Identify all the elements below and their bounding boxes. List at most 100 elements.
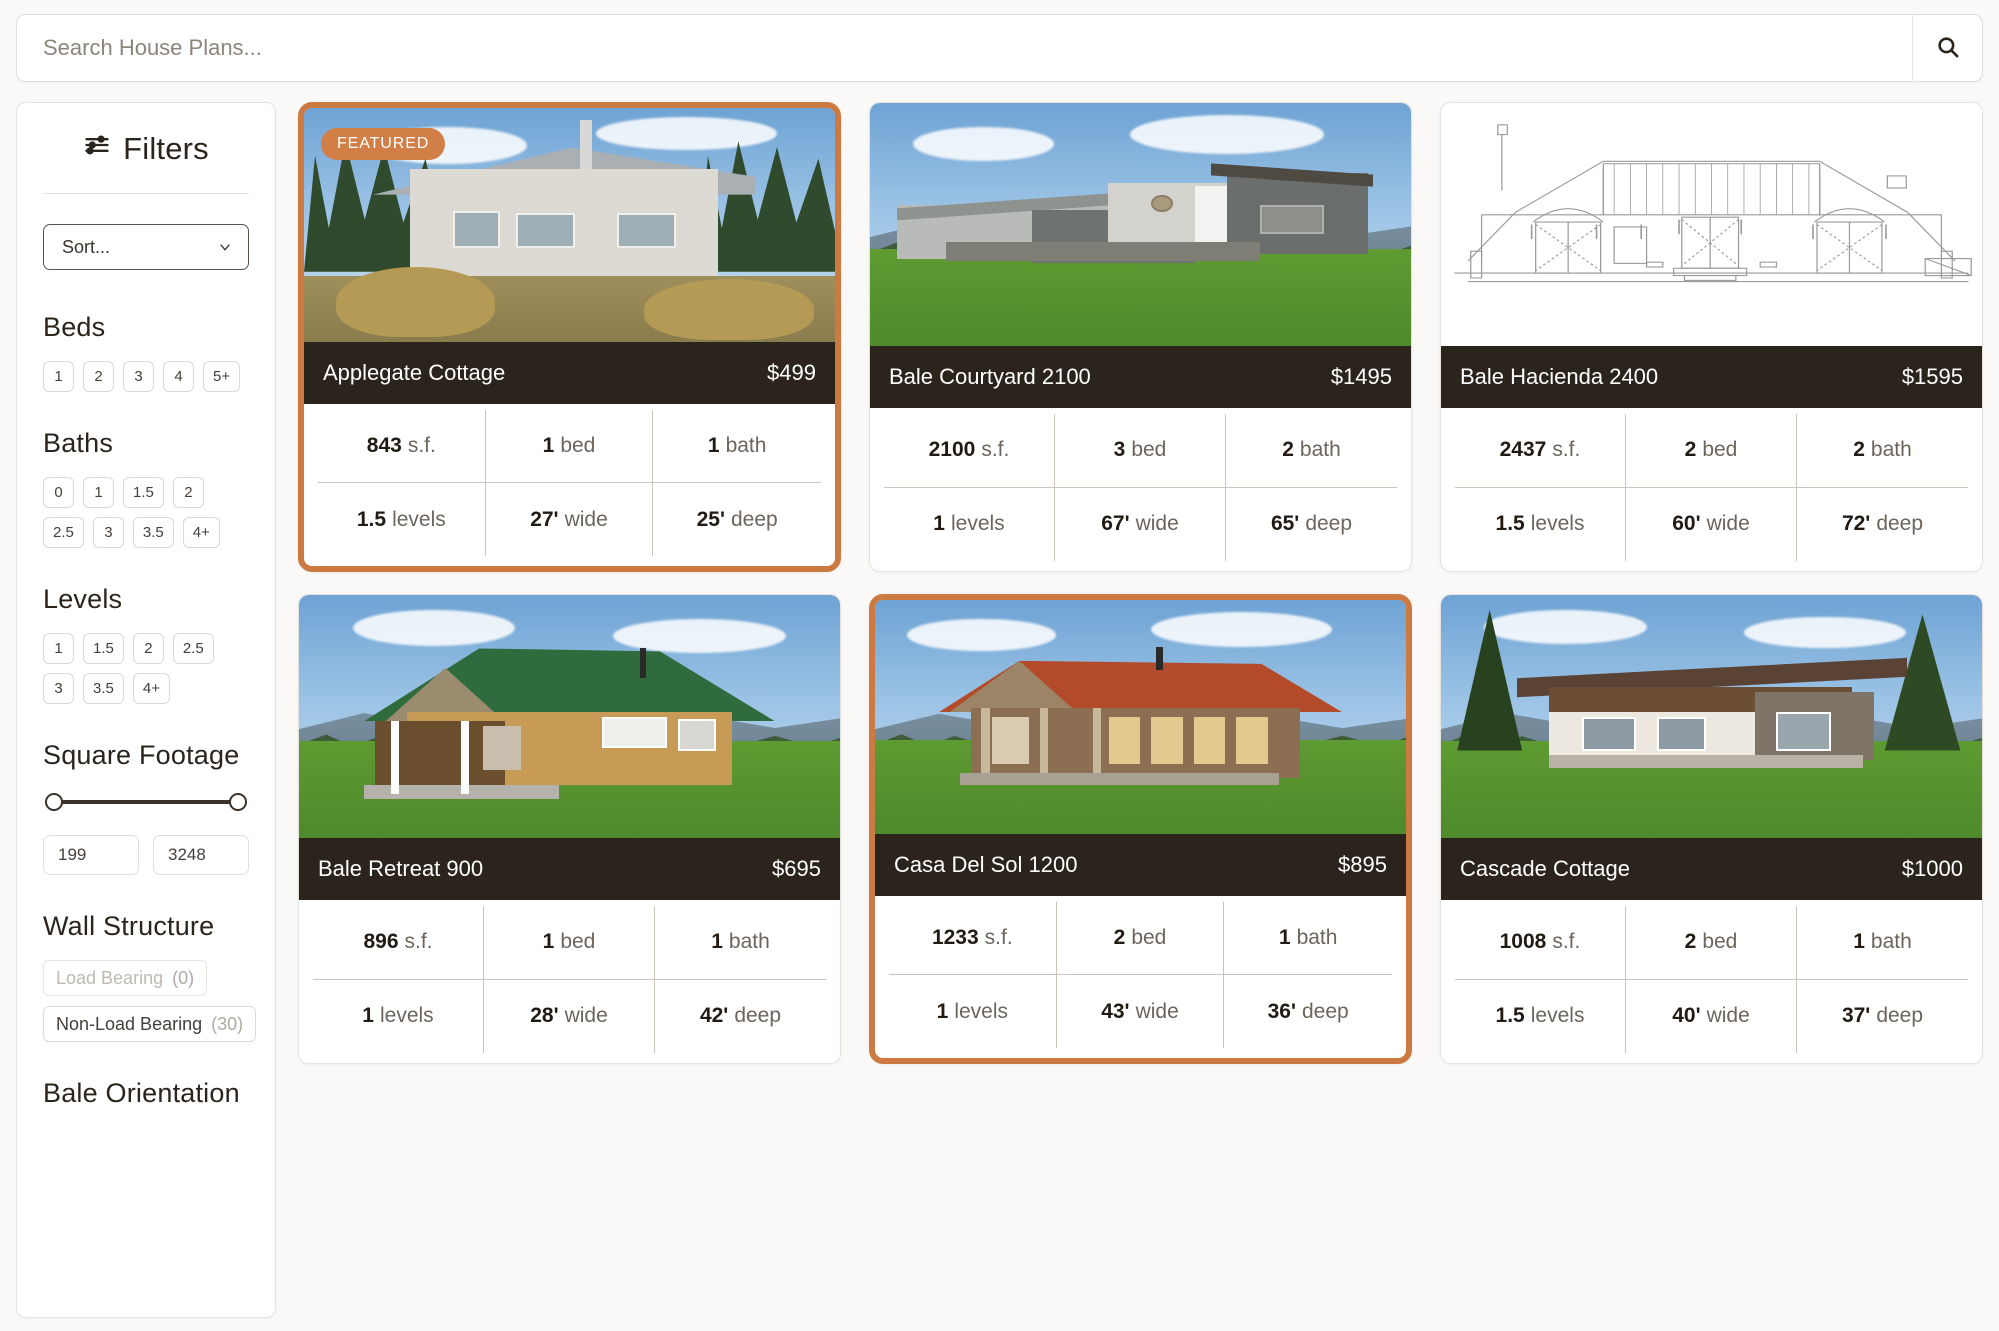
wall-structure-non-load-bearing[interactable]: Non-Load Bearing (30) bbox=[43, 1006, 257, 1042]
baths-chip[interactable]: 2.5 bbox=[43, 517, 84, 548]
baths-chip[interactable]: 0 bbox=[43, 477, 74, 508]
plan-specs: 1008 s.f. 2 bed 1 bath 1.5 levels 40' wide 37… bbox=[1441, 900, 1982, 1063]
spec-cell: 67' wide bbox=[1055, 487, 1226, 561]
baths-chip[interactable]: 4+ bbox=[182, 517, 220, 548]
spec-unit: bed bbox=[1702, 438, 1738, 462]
spec-unit: wide bbox=[1706, 512, 1750, 536]
plan-title: Bale Courtyard 2100 bbox=[889, 364, 1091, 389]
filter-group-bale-orientation: Bale Orientation bbox=[43, 1078, 249, 1109]
beds-chip[interactable]: 3 bbox=[123, 361, 154, 392]
sliders-icon bbox=[83, 131, 111, 167]
spec-value: 2 bbox=[1282, 438, 1294, 462]
plan-title: Applegate Cottage bbox=[323, 360, 506, 385]
baths-chip[interactable]: 3.5 bbox=[132, 517, 174, 548]
spec-cell: 2100 s.f. bbox=[884, 414, 1055, 488]
plan-card[interactable]: Cascade Cottage $1000 1008 s.f. 2 bed 1 bat… bbox=[1440, 594, 1983, 1064]
square-footage-min-input[interactable] bbox=[43, 835, 139, 875]
elevation-drawing bbox=[1441, 103, 1982, 346]
beds-chip[interactable]: 1 bbox=[43, 361, 74, 392]
spec-cell: 37' deep bbox=[1797, 980, 1968, 1054]
beds-chip[interactable]: 4 bbox=[163, 361, 194, 392]
levels-chip[interactable]: 3.5 bbox=[83, 673, 124, 704]
plan-image bbox=[875, 600, 1406, 834]
plan-price: $1000 bbox=[1901, 856, 1963, 881]
square-footage-slider[interactable] bbox=[45, 789, 247, 815]
levels-chip[interactable]: 1.5 bbox=[83, 633, 124, 664]
baths-chip[interactable]: 3 bbox=[92, 517, 124, 548]
spec-unit: s.f. bbox=[1552, 438, 1581, 462]
spec-cell: 40' wide bbox=[1626, 979, 1797, 1053]
baths-chip[interactable]: 1.5 bbox=[123, 477, 164, 508]
spec-value: 72' bbox=[1841, 512, 1871, 536]
plan-specs: 843 s.f. 1 bed 1 bath 1.5 levels 27' wide 25'… bbox=[304, 404, 835, 566]
baths-chip[interactable]: 2 bbox=[172, 477, 204, 508]
spec-unit: s.f. bbox=[984, 926, 1013, 949]
search-bar bbox=[16, 14, 1983, 82]
plan-card[interactable]: FEATURED Applegate Cottage $499 843 s.f. … bbox=[298, 102, 841, 572]
filter-group-baths: Baths 0 1 1.5 2 2.5 3 3.5 4+ bbox=[43, 428, 249, 548]
plan-title: Cascade Cottage bbox=[1460, 856, 1630, 881]
spec-value: 843 bbox=[366, 434, 402, 457]
spec-cell: 1233 s.f. bbox=[889, 902, 1057, 975]
search-input[interactable] bbox=[17, 15, 1912, 81]
spec-cell: 25' deep bbox=[653, 483, 821, 556]
sort-dropdown[interactable]: Sort... bbox=[43, 224, 249, 270]
levels-chip[interactable]: 3 bbox=[43, 673, 74, 704]
baths-chip[interactable]: 1 bbox=[83, 477, 114, 508]
spec-value: 2 bbox=[1113, 926, 1126, 949]
levels-chip[interactable]: 2.5 bbox=[172, 633, 214, 664]
plan-header: Applegate Cottage $499 bbox=[304, 342, 835, 404]
plan-specs: 1233 s.f. 2 bed 1 bath 1 levels 43' wide 36' d… bbox=[875, 896, 1406, 1058]
filter-title-bale-orientation: Bale Orientation bbox=[43, 1078, 240, 1108]
spec-unit: deep bbox=[1876, 512, 1924, 536]
spec-value: 27' bbox=[530, 507, 559, 531]
spec-cell: 2 bath bbox=[1226, 414, 1397, 488]
spec-unit: s.f. bbox=[981, 438, 1010, 462]
wall-structure-options: Load Bearing (0) Non-Load Bearing (30) bbox=[43, 960, 257, 1042]
spec-value: 1 bbox=[542, 930, 555, 954]
levels-chip[interactable]: 1 bbox=[43, 633, 74, 664]
spec-value: 42' bbox=[699, 1004, 729, 1028]
spec-value: 1 bbox=[362, 1004, 374, 1028]
plan-image bbox=[1441, 595, 1982, 838]
spec-value: 2 bbox=[1853, 438, 1865, 462]
square-footage-inputs bbox=[43, 835, 249, 875]
beds-chip[interactable]: 2 bbox=[83, 361, 114, 392]
spec-value: 65' bbox=[1270, 512, 1300, 536]
wall-structure-load-bearing[interactable]: Load Bearing (0) bbox=[43, 960, 208, 996]
plan-price: $499 bbox=[767, 360, 816, 385]
beds-chip[interactable]: 5+ bbox=[203, 361, 241, 392]
spec-unit: bath bbox=[1299, 438, 1341, 462]
spec-value: 1 bbox=[542, 434, 555, 457]
spec-cell: 1 bed bbox=[485, 410, 654, 483]
filter-title-baths: Baths bbox=[43, 428, 114, 458]
spec-unit: levels bbox=[954, 999, 1009, 1023]
spec-unit: wide bbox=[1706, 1004, 1750, 1028]
levels-chip[interactable]: 4+ bbox=[132, 673, 170, 704]
levels-chip[interactable]: 2 bbox=[132, 633, 164, 664]
baths-chip-row: 0 1 1.5 2 2.5 3 3.5 4+ bbox=[43, 477, 249, 548]
plan-image bbox=[870, 103, 1411, 346]
spec-cell: 2 bed bbox=[1626, 414, 1797, 488]
spec-unit: wide bbox=[1135, 512, 1179, 536]
plan-header: Casa Del Sol 1200 $895 bbox=[875, 834, 1406, 896]
plan-card[interactable]: Casa Del Sol 1200 $895 1233 s.f. 2 bed 1 ba… bbox=[869, 594, 1412, 1064]
plan-card[interactable]: Bale Courtyard 2100 $1495 2100 s.f. 3 bed … bbox=[869, 102, 1412, 572]
plan-title: Bale Hacienda 2400 bbox=[1460, 364, 1659, 389]
spec-unit: deep bbox=[1301, 999, 1349, 1023]
filter-title-wall-structure: Wall Structure bbox=[43, 911, 215, 941]
spec-value: 37' bbox=[1841, 1004, 1871, 1028]
search-submit-button[interactable] bbox=[1912, 15, 1982, 81]
plan-header: Bale Courtyard 2100 $1495 bbox=[870, 346, 1411, 408]
spec-unit: wide bbox=[564, 1004, 608, 1028]
plan-card[interactable]: Bale Hacienda 2400 $1595 2437 s.f. 2 bed 2… bbox=[1440, 102, 1983, 572]
search-icon bbox=[1935, 34, 1961, 63]
slider-handle-max[interactable] bbox=[229, 793, 247, 811]
spec-value: 1.5 bbox=[1495, 1004, 1525, 1028]
spec-value: 40' bbox=[1672, 1004, 1701, 1028]
spec-cell: 1 bath bbox=[653, 410, 821, 483]
plan-title: Bale Retreat 900 bbox=[318, 856, 484, 881]
square-footage-max-input[interactable] bbox=[153, 835, 249, 875]
slider-handle-min[interactable] bbox=[45, 793, 63, 811]
plan-card[interactable]: Bale Retreat 900 $695 896 s.f. 1 bed 1 bath… bbox=[298, 594, 841, 1064]
